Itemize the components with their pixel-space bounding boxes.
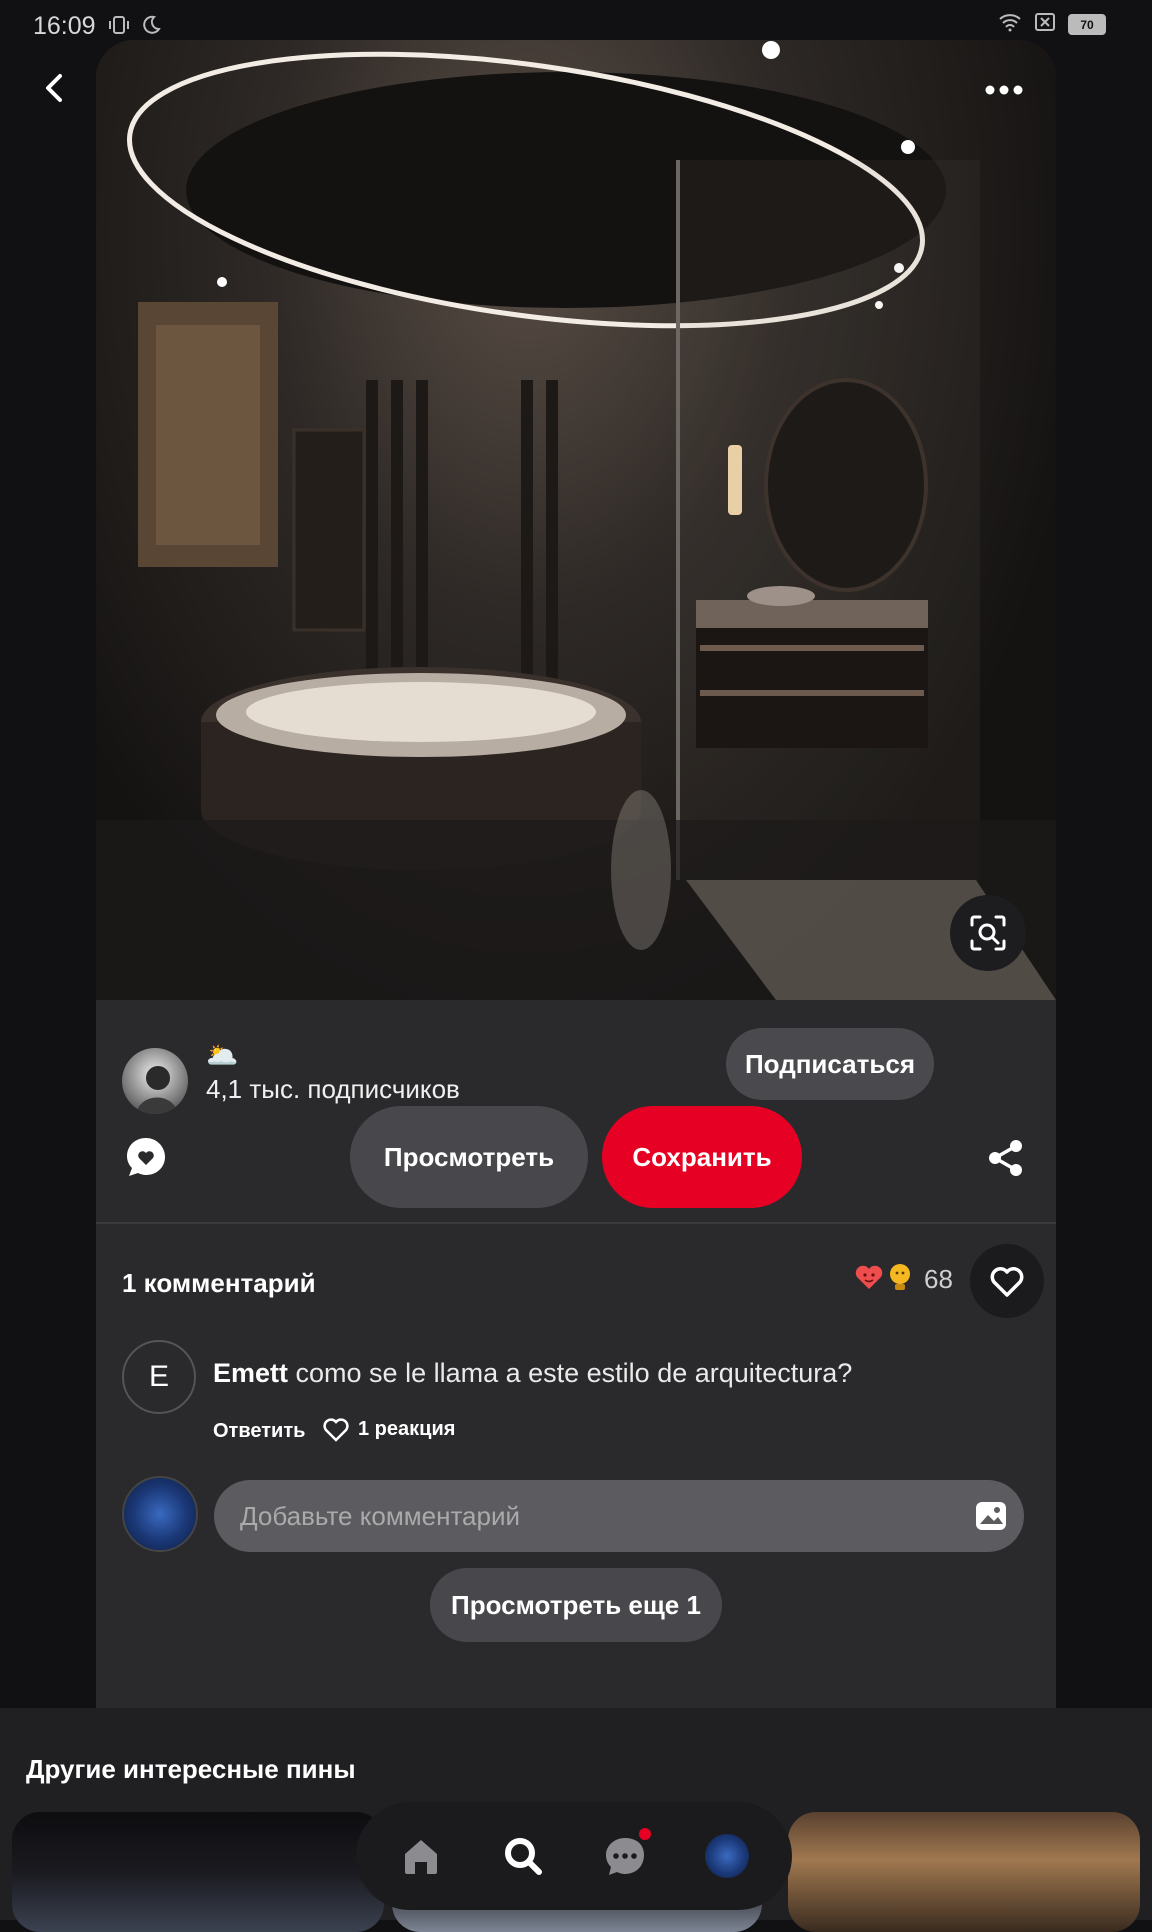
- comments-title: 1 комментарий: [122, 1268, 316, 1298]
- comment-author[interactable]: Emett: [213, 1358, 288, 1388]
- more-options-button[interactable]: [980, 70, 1028, 110]
- pin-card: 🌥️ 4,1 тыс. подписчиков: [96, 40, 1056, 1708]
- divider: [96, 1222, 1056, 1224]
- pin-thumbnail[interactable]: [788, 1812, 1140, 1932]
- status-time: 16:09: [33, 12, 96, 40]
- wifi-icon: [998, 12, 1022, 37]
- more-dots-icon: [985, 85, 1023, 95]
- reactions-summary[interactable]: 68: [854, 1262, 953, 1297]
- back-button[interactable]: [34, 68, 74, 108]
- heart-outline-icon: [323, 1418, 349, 1442]
- lightbulb-icon: [886, 1262, 914, 1297]
- author-emoji: 🌥️: [206, 1040, 239, 1070]
- search-icon: [505, 1838, 542, 1875]
- comment-input[interactable]: Добавьте комментарий: [214, 1480, 1024, 1552]
- heart-outline-icon: [990, 1267, 1024, 1297]
- nav-messages[interactable]: [595, 1826, 655, 1886]
- nav-search[interactable]: [493, 1826, 553, 1886]
- notification-dot: [639, 1828, 651, 1840]
- bathroom-illustration: [96, 41, 1056, 1000]
- share-icon: [989, 1140, 1022, 1176]
- profile-avatar: [705, 1834, 749, 1878]
- no-sim-icon: [1034, 12, 1056, 37]
- reply-button[interactable]: Ответить: [213, 1420, 305, 1443]
- author-avatar[interactable]: [122, 1048, 188, 1114]
- heart-face-icon: [854, 1262, 884, 1297]
- follow-button[interactable]: Подписаться: [726, 1028, 934, 1100]
- view-more-comments-button[interactable]: Просмотреть еще 1: [430, 1568, 722, 1642]
- comment-input-placeholder: Добавьте комментарий: [240, 1500, 521, 1531]
- like-button[interactable]: [970, 1244, 1044, 1318]
- vibrate-icon: [108, 14, 130, 41]
- comment-text: Emett como se le llama a este estilo de …: [213, 1358, 852, 1389]
- home-icon: [405, 1840, 437, 1874]
- comment-reaction-count: 1 реакция: [358, 1417, 456, 1440]
- nav-profile[interactable]: [697, 1826, 757, 1886]
- more-pins-title: Другие интересные пины: [26, 1754, 356, 1784]
- comment-react-button[interactable]: [124, 1135, 168, 1179]
- image-icon: [976, 1502, 1006, 1530]
- share-button[interactable]: [986, 1138, 1026, 1178]
- save-button[interactable]: Сохранить: [602, 1106, 802, 1208]
- reaction-count: 68: [924, 1264, 953, 1294]
- lens-search-icon: [970, 915, 1006, 951]
- nav-home[interactable]: [391, 1826, 451, 1886]
- pin-thumbnail[interactable]: [12, 1812, 384, 1932]
- speech-heart-icon: [127, 1138, 165, 1176]
- comment-reaction-button[interactable]: 1 реакция: [322, 1416, 455, 1442]
- followers-count: 4,1 тыс. подписчиков: [206, 1074, 460, 1104]
- messages-icon: [606, 1838, 644, 1875]
- chevron-left-icon: [46, 74, 62, 102]
- current-user-avatar[interactable]: [122, 1476, 198, 1552]
- visual-search-button[interactable]: [950, 895, 1026, 971]
- bottom-nav: [356, 1802, 792, 1910]
- comment-author-avatar[interactable]: E: [122, 1340, 196, 1414]
- moon-icon: [140, 14, 162, 41]
- view-button[interactable]: Просмотреть: [350, 1106, 588, 1208]
- comment-body: como se le llama a este estilo de arquit…: [295, 1358, 853, 1388]
- battery-icon: 70: [1068, 14, 1106, 35]
- attach-image-button[interactable]: [974, 1500, 1008, 1532]
- pin-image[interactable]: [96, 40, 1056, 1000]
